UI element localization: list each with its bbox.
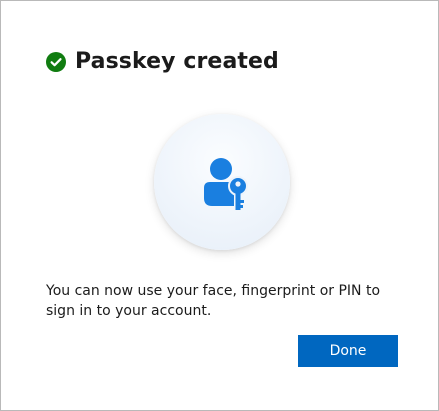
check-circle-icon [46,52,66,72]
done-button[interactable]: Done [298,335,398,367]
title-row: Passkey created [46,49,279,75]
dialog-message: You can now use your face, fingerprint o… [46,283,381,319]
passkey-dialog: Passkey created You can now use your fac… [0,0,439,411]
hero-circle [154,114,290,250]
dialog-title: Passkey created [75,49,279,74]
